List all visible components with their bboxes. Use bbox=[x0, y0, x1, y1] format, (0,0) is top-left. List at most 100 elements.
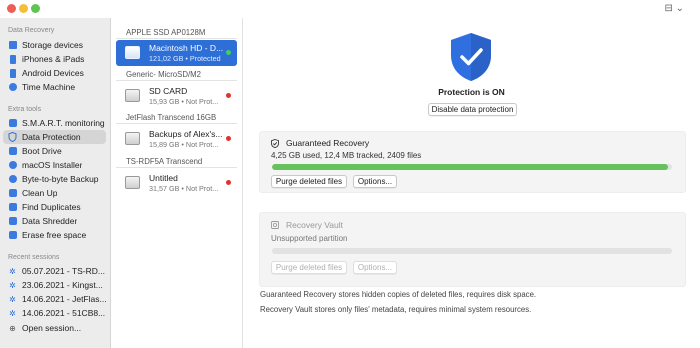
main-panel: Protection is ON Disable data protection… bbox=[243, 18, 700, 348]
app-window: ⊟ ⌄ Data Recovery Storage devices iPhone… bbox=[0, 0, 700, 348]
gear-icon: ✲ bbox=[9, 294, 16, 304]
duplicates-icon bbox=[8, 203, 17, 212]
disk-name: Macintosh HD - D... bbox=[149, 43, 224, 53]
sidebar-item-time-machine[interactable]: Time Machine bbox=[3, 80, 106, 94]
guaranteed-options-button[interactable]: Options... bbox=[353, 175, 397, 188]
gear-icon: ✲ bbox=[9, 266, 16, 276]
disk-group-header: JetFlash Transcend 16GB bbox=[116, 111, 237, 124]
disk-item-untitled[interactable]: Untitled 31,57 GB • Not Prot... bbox=[116, 170, 237, 196]
sidebar-item-data-shredder[interactable]: Data Shredder bbox=[3, 214, 106, 228]
disk-name: SD CARD bbox=[149, 86, 188, 96]
sidebar-item-label: S.M.A.R.T. monitoring bbox=[22, 118, 105, 128]
guaranteed-recovery-note: Guaranteed Recovery stores hidden copies… bbox=[260, 290, 537, 299]
disk-item-macintosh-hd[interactable]: Macintosh HD - D... 121,02 GB • Protecte… bbox=[116, 40, 237, 66]
open-session-button[interactable]: ⊕ Open session... bbox=[3, 321, 106, 335]
recent-session-label: 23.06.2021 - Kingst... bbox=[22, 280, 103, 290]
drive-icon bbox=[125, 46, 140, 59]
disk-info: 31,57 GB • Not Prot... bbox=[149, 184, 219, 193]
sidebar-item-label: Android Devices bbox=[22, 68, 84, 78]
sidebar-item-find-duplicates[interactable]: Find Duplicates bbox=[3, 200, 106, 214]
shredder-icon bbox=[8, 217, 17, 226]
sidebar-item-erase-free-space[interactable]: Erase free space bbox=[3, 228, 106, 242]
sidebar-item-label: Clean Up bbox=[22, 188, 58, 198]
disk-name: Untitled bbox=[149, 173, 178, 183]
title-bar: ⊟ ⌄ bbox=[0, 0, 700, 18]
sidebar-item-smart-monitoring[interactable]: S.M.A.R.T. monitoring bbox=[3, 116, 106, 130]
sidebar-item-label: Storage devices bbox=[22, 40, 83, 50]
protected-status-dot bbox=[226, 50, 231, 55]
sidebar-item-byte-to-byte-backup[interactable]: Byte-to-byte Backup bbox=[3, 172, 106, 186]
unprotected-status-dot bbox=[226, 136, 231, 141]
recent-session-item[interactable]: ✲ 14.06.2021 - JetFlas... bbox=[3, 292, 106, 306]
sidebar-item-label: Find Duplicates bbox=[22, 202, 81, 212]
drive-icon bbox=[125, 89, 140, 102]
recent-session-item[interactable]: ✲ 05.07.2021 - TS-RD... bbox=[3, 264, 106, 278]
backup-icon bbox=[8, 175, 17, 184]
sidebar-item-storage-devices[interactable]: Storage devices bbox=[3, 38, 106, 52]
disk-name: Backups of Alex's... bbox=[149, 129, 223, 139]
guaranteed-recovery-title: Guaranteed Recovery bbox=[286, 138, 370, 148]
guaranteed-recovery-progress bbox=[272, 164, 672, 170]
recent-session-item[interactable]: ✲ 23.06.2021 - Kingst... bbox=[3, 278, 106, 292]
disk-info: 15,93 GB • Not Prot... bbox=[149, 97, 219, 106]
sidebar-item-label: Byte-to-byte Backup bbox=[22, 174, 99, 184]
unprotected-status-dot bbox=[226, 180, 231, 185]
sidebar-item-macos-installer[interactable]: macOS Installer bbox=[3, 158, 106, 172]
protection-status: Protection is ON bbox=[438, 87, 505, 97]
sidebar-item-label: Erase free space bbox=[22, 230, 87, 240]
erase-icon bbox=[8, 231, 17, 240]
sidebar-item-clean-up[interactable]: Clean Up bbox=[3, 186, 106, 200]
disk-group-header: TS-RDF5A Transcend bbox=[116, 155, 237, 168]
recovery-vault-panel: Recovery Vault Unsupported partition Pur… bbox=[259, 212, 686, 287]
storage-icon bbox=[8, 41, 17, 50]
android-icon bbox=[8, 68, 17, 78]
disk-item-backups[interactable]: Backups of Alex's... 15,89 GB • Not Prot… bbox=[116, 126, 237, 152]
purge-deleted-files-button[interactable]: Purge deleted files bbox=[271, 175, 347, 188]
unprotected-status-dot bbox=[226, 93, 231, 98]
drive-icon bbox=[125, 176, 140, 189]
recovery-vault-title: Recovery Vault bbox=[286, 220, 344, 230]
recent-session-item[interactable]: ✲ 14.06.2021 - 51CB8... bbox=[3, 306, 106, 320]
smart-icon bbox=[8, 119, 17, 128]
sidebar-item-android-devices[interactable]: Android Devices bbox=[3, 66, 106, 80]
recent-session-label: 14.06.2021 - 51CB8... bbox=[22, 308, 106, 318]
disable-protection-button[interactable]: Disable data protection bbox=[428, 103, 517, 116]
recovery-vault-status: Unsupported partition bbox=[271, 234, 348, 243]
disk-group-header: APPLE SSD AP0128M bbox=[116, 26, 237, 39]
disk-list: APPLE SSD AP0128M Macintosh HD - D... 12… bbox=[111, 18, 243, 348]
guaranteed-recovery-panel: Guaranteed Recovery 4,25 GB used, 12,4 M… bbox=[259, 131, 686, 193]
shield-icon bbox=[8, 132, 17, 142]
open-session-label: Open session... bbox=[22, 323, 82, 333]
section-header-recent-sessions: Recent sessions bbox=[8, 254, 60, 261]
close-window-button[interactable] bbox=[7, 4, 16, 13]
time-machine-icon bbox=[8, 83, 17, 92]
vault-options-button[interactable]: Options... bbox=[353, 261, 397, 274]
maximize-window-button[interactable] bbox=[31, 4, 40, 13]
minimize-window-button[interactable] bbox=[19, 4, 28, 13]
view-options-icon[interactable]: ⊟ ⌄ bbox=[664, 3, 684, 14]
sidebar-item-label: macOS Installer bbox=[22, 160, 83, 170]
section-header-extra-tools: Extra tools bbox=[8, 106, 42, 113]
disk-item-sd-card[interactable]: SD CARD 15,93 GB • Not Prot... bbox=[116, 83, 237, 109]
plus-icon: ⊕ bbox=[9, 323, 16, 333]
sidebar-item-data-protection[interactable]: Data Protection bbox=[3, 130, 106, 144]
sidebar-item-label: Boot Drive bbox=[22, 146, 62, 156]
disk-info: 15,89 GB • Not Prot... bbox=[149, 140, 219, 149]
cleanup-icon bbox=[8, 189, 17, 198]
sidebar-item-label: Data Protection bbox=[22, 132, 81, 142]
installer-icon bbox=[8, 161, 17, 170]
shield-check-small-icon bbox=[271, 139, 279, 149]
sidebar-item-label: Data Shredder bbox=[22, 216, 78, 226]
vault-purge-deleted-files-button[interactable]: Purge deleted files bbox=[271, 261, 347, 274]
sidebar-item-boot-drive[interactable]: Boot Drive bbox=[3, 144, 106, 158]
progress-fill bbox=[272, 164, 668, 170]
iphone-icon bbox=[8, 54, 17, 64]
section-header-data-recovery: Data Recovery bbox=[8, 27, 55, 34]
gear-icon: ✲ bbox=[9, 280, 16, 290]
drive-icon bbox=[125, 132, 140, 145]
recent-session-label: 14.06.2021 - JetFlas... bbox=[22, 294, 106, 304]
shield-check-icon bbox=[451, 33, 491, 81]
recovery-vault-progress bbox=[272, 248, 672, 254]
disk-group-header: Generic- MicroSD/M2 bbox=[116, 68, 237, 81]
sidebar-item-iphones-ipads[interactable]: iPhones & iPads bbox=[3, 52, 106, 66]
